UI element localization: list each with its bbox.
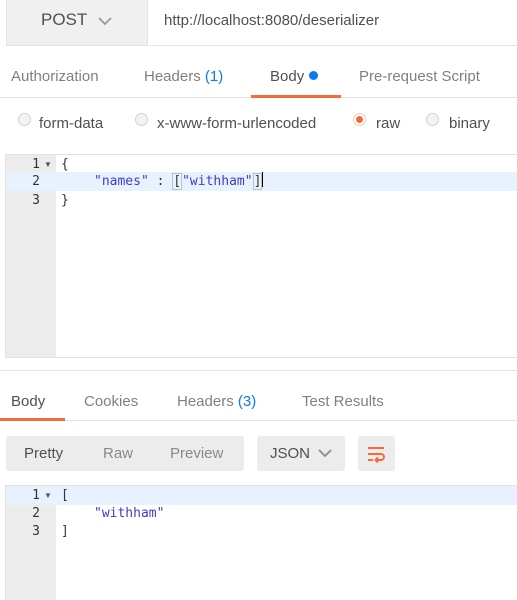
method-label: POST — [41, 10, 88, 29]
radio-raw[interactable] — [353, 113, 366, 126]
line-number: 3 — [32, 193, 40, 208]
view-pretty-button[interactable]: Pretty — [24, 445, 63, 462]
radio-binary[interactable] — [426, 113, 439, 126]
code-line-3: } — [61, 193, 69, 208]
tab-response-body-label: Body — [11, 393, 46, 410]
tab-body[interactable]: Body — [270, 68, 319, 85]
radio-form-data-label[interactable]: form-data — [39, 115, 103, 132]
chevron-down-icon — [318, 449, 332, 458]
radio-urlencoded[interactable] — [135, 113, 148, 126]
radio-binary-label[interactable]: binary — [449, 115, 490, 132]
modified-dot-icon — [309, 71, 319, 80]
line-number: 2 — [32, 506, 40, 521]
view-raw-button[interactable]: Raw — [103, 445, 133, 462]
radio-urlencoded-label[interactable]: x-www-form-urlencoded — [157, 115, 316, 132]
tab-cookies[interactable]: Cookies — [84, 393, 138, 410]
json-string: "withham" — [182, 174, 253, 189]
response-active-line — [6, 486, 517, 505]
code-line-2: "names" : ["withham"] — [94, 172, 264, 191]
fold-arrow-icon[interactable]: ▼ — [44, 491, 52, 500]
tab-prerequest-label: Pre-request Script — [359, 68, 480, 85]
tab-headers[interactable]: Headers (1) — [144, 68, 223, 85]
format-label: JSON — [270, 445, 311, 462]
tab-response-headers[interactable]: Headers (3) — [177, 393, 256, 410]
response-line-2: "withham" — [94, 506, 165, 521]
tab-authorization-label: Authorization — [11, 68, 99, 85]
tab-cookies-label: Cookies — [84, 393, 139, 410]
tab-authorization[interactable]: Authorization — [11, 68, 99, 85]
url-text: http://localhost:8080/deserializer — [164, 12, 380, 29]
radio-form-data[interactable] — [18, 113, 31, 126]
tab-body-label: Body — [270, 68, 305, 85]
response-tabs-divider — [0, 420, 517, 421]
wrap-lines-icon — [368, 447, 385, 464]
radio-raw-label[interactable]: raw — [376, 115, 400, 132]
tab-response-body[interactable]: Body — [11, 393, 45, 410]
tab-headers-label: Headers — [144, 68, 201, 85]
line-number: 1 — [32, 488, 40, 503]
line-number: 2 — [32, 174, 40, 189]
pane-divider[interactable] — [0, 358, 517, 371]
tab-test-results-label: Test Results — [302, 393, 384, 410]
close-bracket: ] — [252, 173, 263, 190]
response-line-1: [ — [61, 488, 69, 503]
response-headers-count: (3) — [237, 393, 257, 410]
tab-test-results[interactable]: Test Results — [302, 393, 384, 410]
text-cursor — [262, 172, 264, 187]
view-preview-button[interactable]: Preview — [170, 445, 223, 462]
fold-arrow-icon[interactable]: ▼ — [44, 160, 52, 169]
chevron-down-icon — [98, 17, 112, 26]
headers-count: (1) — [204, 68, 224, 85]
line-number: 3 — [32, 524, 40, 539]
active-tab-indicator — [251, 95, 341, 98]
tab-response-headers-label: Headers — [177, 393, 234, 410]
response-active-tab-indicator — [0, 418, 65, 421]
json-colon: : — [148, 174, 173, 189]
json-key: "names" — [94, 174, 149, 189]
tab-prerequest-script[interactable]: Pre-request Script — [359, 68, 480, 85]
code-line-1: { — [61, 157, 69, 172]
open-bracket: [ — [172, 173, 183, 190]
response-line-3: ] — [61, 524, 69, 539]
